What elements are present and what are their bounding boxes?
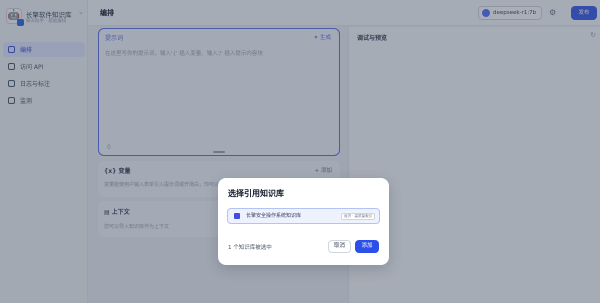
cancel-button[interactable]: 取消 <box>328 240 351 253</box>
knowledge-base-meta: 经济 · 高质量索引 <box>341 213 375 220</box>
add-button[interactable]: 添加 <box>355 240 379 253</box>
folder-icon <box>234 213 240 219</box>
modal-title: 选择引用知识库 <box>228 189 284 198</box>
selected-count: 1 个知识库被选中 <box>228 245 272 251</box>
knowledge-base-name: 长擎安全操作系统知识库 <box>246 213 302 219</box>
select-knowledge-modal: 选择引用知识库 长擎安全操作系统知识库 经济 · 高质量索引 1 个知识库被选中… <box>218 178 389 265</box>
knowledge-base-item[interactable]: 长擎安全操作系统知识库 经济 · 高质量索引 <box>227 208 380 224</box>
